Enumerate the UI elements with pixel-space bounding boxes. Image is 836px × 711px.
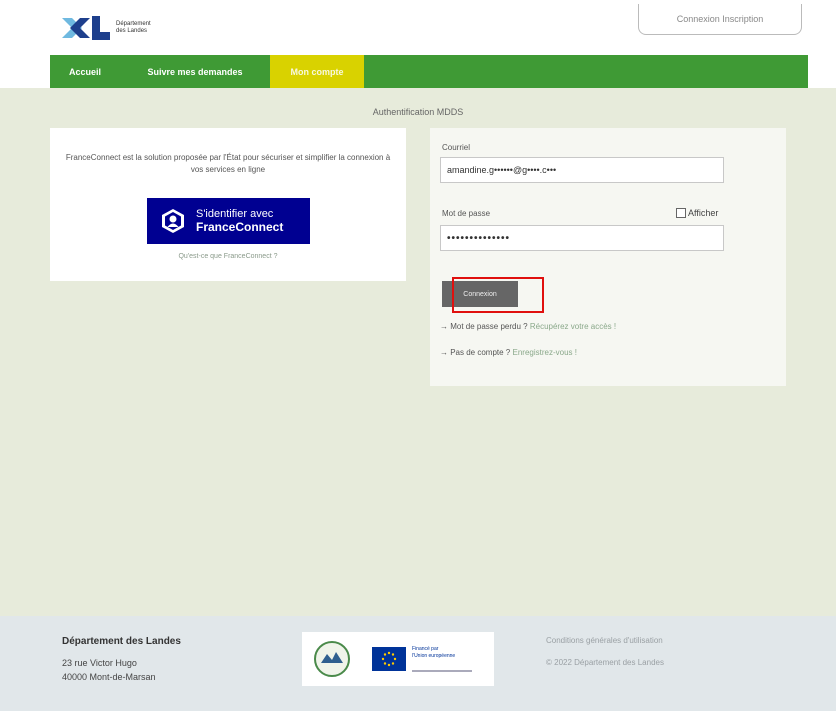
show-password-checkbox[interactable]: [676, 208, 686, 218]
landes-logo-mark-icon: [60, 14, 112, 42]
email-field[interactable]: amandine.g••••••@g••••.c•••: [440, 157, 724, 183]
partner-logos-icon: [314, 641, 472, 677]
main-nav: Accueil Suivre mes demandes Mon compte: [50, 55, 808, 88]
franceconnect-description: FranceConnect est la solution proposée p…: [65, 153, 391, 174]
franceconnect-button[interactable]: S'identifier avec FranceConnect: [147, 198, 310, 244]
password-label: Mot de passe: [442, 209, 491, 218]
footer-copyright: © 2022 Département des Landes: [546, 658, 664, 667]
nav-item-accueil[interactable]: Accueil: [50, 55, 120, 88]
no-account-line: → Pas de compte ? Enregistrez-vous !: [440, 348, 577, 357]
login-panel: Courriel amandine.g••••••@g••••.c••• Mot…: [430, 128, 786, 386]
forgot-password-line: → Mot de passe perdu ? Récupérez votre a…: [440, 322, 616, 331]
page-title: Authentification MDDS: [372, 107, 464, 117]
logo-text: Département des Landes: [116, 21, 176, 35]
nav-item-suivre-mes-demandes[interactable]: Suivre mes demandes: [120, 55, 270, 88]
connexion-highlight-box: [452, 277, 544, 313]
logo-line-1: Département: [116, 21, 151, 27]
email-label: Courriel: [442, 143, 471, 152]
franceconnect-panel: FranceConnect est la solution proposée p…: [50, 128, 406, 281]
recover-access-link[interactable]: Récupérez votre accès !: [530, 322, 616, 331]
connexion-inscription-link[interactable]: Connexion Inscription: [638, 4, 802, 35]
franceconnect-icon: [162, 209, 184, 233]
footer-org-name: Département des Landes: [62, 636, 181, 647]
forgot-password-prefix: → Mot de passe perdu ?: [440, 322, 528, 331]
franceconnect-label: S'identifier avec FranceConnect: [196, 208, 283, 234]
franceconnect-label-line-2: FranceConnect: [196, 220, 284, 234]
landes-logo[interactable]: Département des Landes: [60, 14, 176, 42]
main-content: Authentification MDDS FranceConnect est …: [0, 88, 836, 616]
terms-link[interactable]: Conditions générales d'utilisation: [546, 636, 663, 645]
password-field[interactable]: ••••••••••••••: [440, 225, 724, 251]
site-header: Département des Landes Connexion Inscrip…: [0, 0, 836, 55]
footer-address-line-1: 23 rue Victor Hugo: [62, 658, 137, 668]
site-footer: Département des Landes 23 rue Victor Hug…: [0, 616, 836, 711]
logo-line-2: des Landes: [116, 28, 148, 34]
footer-partner-logos: Financé par l'Union européenne: [302, 632, 494, 686]
register-link[interactable]: Enregistrez-vous !: [513, 348, 577, 357]
eu-funding-line-1: Financé par: [412, 646, 439, 652]
nav-item-mon-compte[interactable]: Mon compte: [270, 55, 364, 88]
footer-address-line-2: 40000 Mont-de-Marsan: [62, 672, 156, 682]
eu-funding-line-2: l'Union européenne: [412, 653, 456, 659]
no-account-prefix: → Pas de compte ?: [440, 348, 511, 357]
franceconnect-info-link[interactable]: Qu'est-ce que FranceConnect ?: [50, 253, 406, 260]
show-password-label: Afficher: [688, 208, 719, 218]
show-password-toggle[interactable]: Afficher: [676, 208, 718, 218]
